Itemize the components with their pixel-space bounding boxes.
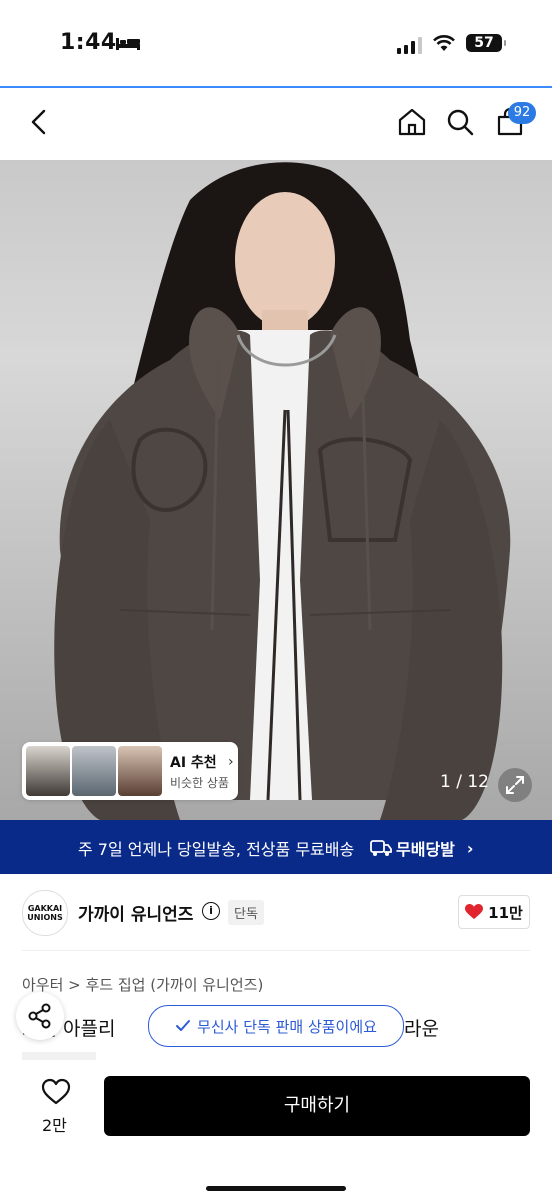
delivery-truck-icon bbox=[370, 840, 392, 856]
cellular-signal-icon bbox=[397, 36, 422, 54]
search-icon[interactable] bbox=[444, 106, 476, 138]
product-title-end: 라운 bbox=[404, 1018, 439, 1040]
heart-outline-icon bbox=[41, 1078, 71, 1105]
hoodie-model-photo bbox=[54, 162, 511, 820]
shipping-banner-text: 주 7일 언제나 당일발송, 전상품 무료배송 bbox=[78, 840, 355, 859]
ai-thumb-2 bbox=[72, 746, 116, 796]
exclusive-toast-text: 무신사 단독 판매 상품이에요 bbox=[197, 1017, 377, 1036]
exclusive-toast: 무신사 단독 판매 상품이에요 bbox=[148, 1005, 404, 1047]
brand-name[interactable]: 가까이 유니언즈 bbox=[78, 900, 193, 925]
expand-image-button[interactable] bbox=[498, 768, 532, 802]
cart-count-badge: 92 bbox=[508, 102, 536, 124]
chevron-right-icon: › bbox=[466, 838, 474, 858]
buy-button[interactable]: 구매하기 bbox=[104, 1076, 530, 1136]
expand-icon bbox=[506, 776, 524, 794]
like-button[interactable]: 11만 bbox=[458, 895, 530, 929]
product-image[interactable] bbox=[0, 160, 552, 820]
share-icon bbox=[28, 1003, 51, 1029]
ai-recommend-subtitle: 비슷한 상품 bbox=[170, 776, 230, 790]
free-shipping-logo-text: 무배당발 bbox=[396, 840, 455, 859]
ai-thumb-3 bbox=[118, 746, 162, 796]
chevron-right-icon: › bbox=[228, 754, 234, 770]
status-bar: 1:44 57 bbox=[0, 0, 552, 86]
battery-icon: 57 bbox=[466, 34, 506, 52]
sleep-bed-icon bbox=[116, 38, 140, 50]
free-shipping-logo: 무배당발 › bbox=[370, 836, 473, 860]
heart-filled-icon bbox=[465, 904, 484, 919]
exclusive-badge: 단독 bbox=[228, 900, 264, 925]
image-counter: 1 / 12 bbox=[440, 772, 489, 792]
share-button[interactable] bbox=[16, 992, 64, 1040]
ai-recommend-chip[interactable]: AI 추천 › 비슷한 상품 bbox=[22, 742, 238, 800]
info-icon[interactable]: i bbox=[202, 902, 220, 920]
ai-thumb-1 bbox=[26, 746, 70, 796]
wishlist-count: 2만 bbox=[42, 1116, 67, 1135]
shipping-banner[interactable]: 주 7일 언제나 당일발송, 전상품 무료배송 무배당발 › bbox=[0, 820, 552, 874]
status-time: 1:44 bbox=[60, 30, 117, 55]
home-indicator bbox=[206, 1186, 346, 1191]
wishlist-button[interactable] bbox=[36, 1078, 76, 1110]
back-arrow-icon[interactable] bbox=[24, 106, 56, 138]
brand-logo[interactable]: GAKKAI UNIONS bbox=[22, 890, 68, 936]
ai-recommend-title: AI 추천 bbox=[170, 755, 217, 771]
section-divider bbox=[22, 950, 530, 951]
like-count: 11만 bbox=[488, 903, 523, 922]
home-icon[interactable] bbox=[396, 106, 428, 138]
wifi-icon bbox=[433, 35, 455, 51]
check-icon bbox=[176, 1020, 191, 1031]
